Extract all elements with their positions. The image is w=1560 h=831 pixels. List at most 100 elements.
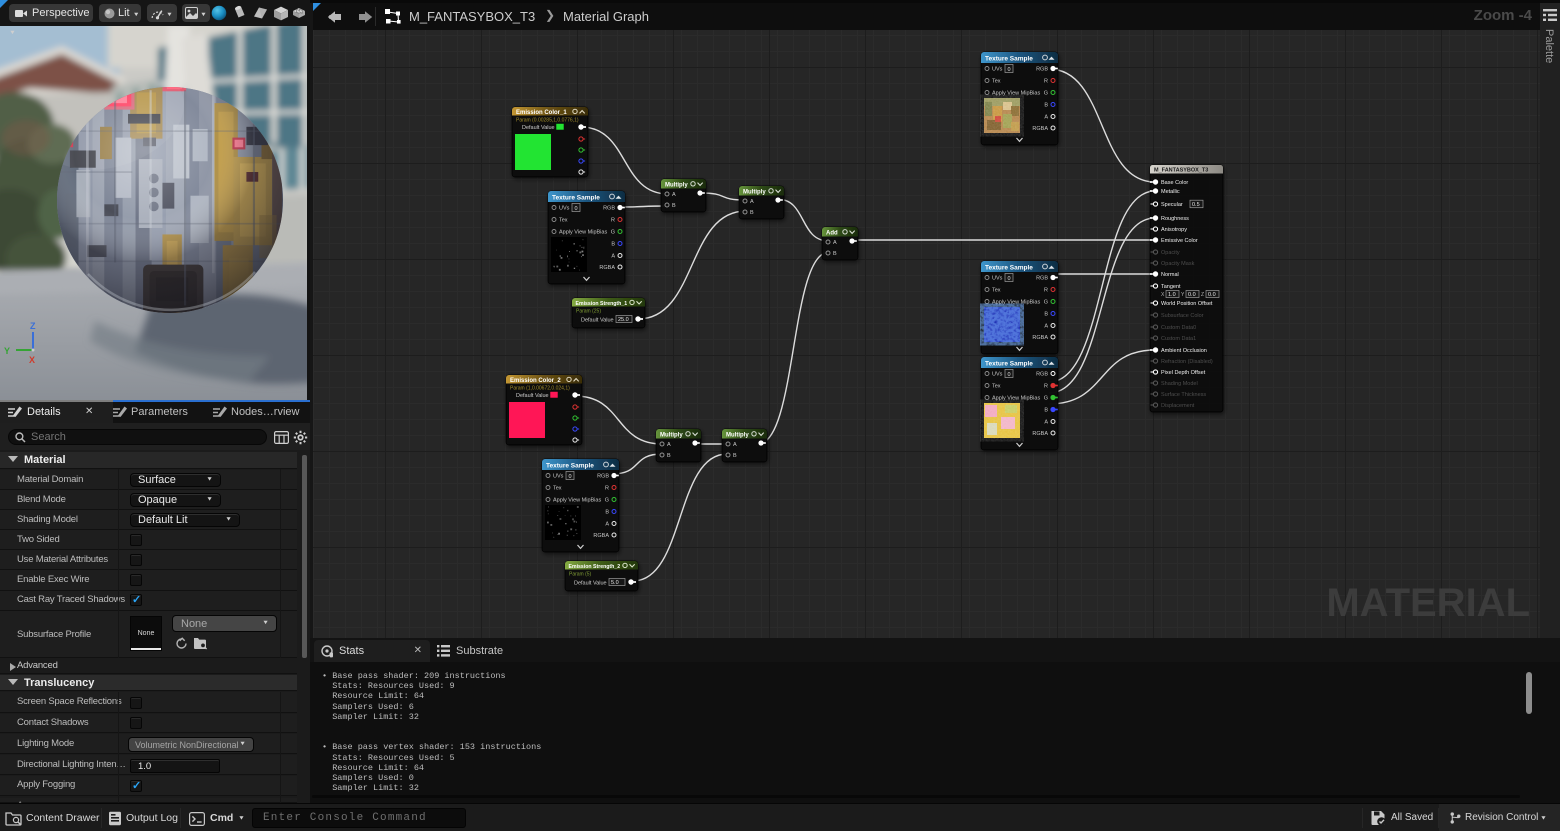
svg-text:Emission Color_2: Emission Color_2 bbox=[510, 378, 561, 384]
svg-text:UVs: UVs bbox=[559, 206, 570, 212]
svg-text:B: B bbox=[1044, 408, 1048, 414]
svg-text:Refraction (Disabled): Refraction (Disabled) bbox=[1161, 359, 1213, 365]
svg-text:0: 0 bbox=[569, 474, 572, 480]
svg-text:Tex: Tex bbox=[559, 218, 568, 224]
svg-text:0: 0 bbox=[1008, 372, 1011, 378]
svg-text:A: A bbox=[611, 254, 615, 260]
svg-text:Z: Z bbox=[1201, 292, 1204, 298]
svg-text:Default Value: Default Value bbox=[581, 318, 614, 324]
svg-text:B: B bbox=[1044, 312, 1048, 318]
svg-text:A: A bbox=[1044, 324, 1048, 330]
svg-text:G: G bbox=[611, 230, 615, 236]
svg-text:B: B bbox=[611, 242, 615, 248]
svg-text:A: A bbox=[667, 442, 671, 448]
svg-text:Ambient Occlusion: Ambient Occlusion bbox=[1161, 348, 1207, 354]
svg-text:RGB: RGB bbox=[1036, 372, 1048, 378]
svg-text:Texture Sample: Texture Sample bbox=[985, 264, 1033, 271]
svg-text:A: A bbox=[672, 192, 676, 198]
svg-text:Y: Y bbox=[4, 346, 10, 356]
svg-text:Subsurface Color: Subsurface Color bbox=[1161, 313, 1204, 319]
svg-text:Tex: Tex bbox=[992, 288, 1001, 294]
svg-text:Texture Sample: Texture Sample bbox=[985, 360, 1033, 367]
svg-text:Apply View MipBias: Apply View MipBias bbox=[559, 230, 607, 236]
svg-text:B: B bbox=[833, 251, 837, 257]
svg-text:Anisotropy: Anisotropy bbox=[1161, 227, 1187, 233]
svg-text:RGB: RGB bbox=[1036, 67, 1048, 73]
svg-text:A: A bbox=[605, 522, 609, 528]
svg-text:25.0: 25.0 bbox=[618, 317, 629, 323]
svg-text:R: R bbox=[1044, 384, 1048, 390]
svg-text:0.5: 0.5 bbox=[1192, 202, 1200, 208]
svg-text:Emission Color_1: Emission Color_1 bbox=[516, 110, 567, 116]
svg-text:Pixel Depth Offset: Pixel Depth Offset bbox=[1161, 370, 1206, 376]
svg-text:B: B bbox=[672, 203, 676, 209]
svg-text:G: G bbox=[605, 498, 609, 504]
svg-text:UVs: UVs bbox=[992, 372, 1003, 378]
svg-text:Base Color: Base Color bbox=[1161, 180, 1188, 186]
svg-text:Normal: Normal bbox=[1161, 272, 1179, 278]
svg-text:A: A bbox=[750, 199, 754, 205]
svg-text:UVs: UVs bbox=[992, 276, 1003, 282]
svg-text:Shading Model: Shading Model bbox=[1161, 381, 1198, 387]
svg-text:B: B bbox=[750, 210, 754, 216]
svg-text:Param (0.00285,1,0.0776,1): Param (0.00285,1,0.0776,1) bbox=[516, 118, 579, 124]
svg-text:A: A bbox=[833, 240, 837, 246]
svg-text:RGB: RGB bbox=[597, 474, 609, 480]
svg-text:B: B bbox=[667, 453, 671, 459]
svg-text:A: A bbox=[1044, 115, 1048, 121]
svg-text:Z: Z bbox=[30, 321, 36, 331]
svg-text:Tex: Tex bbox=[553, 486, 562, 492]
svg-text:Surface Thickness: Surface Thickness bbox=[1161, 392, 1206, 398]
svg-text:0.0: 0.0 bbox=[1188, 292, 1196, 298]
svg-text:Param (25): Param (25) bbox=[576, 309, 601, 315]
svg-text:R: R bbox=[605, 486, 609, 492]
svg-text:Custom Data1: Custom Data1 bbox=[1161, 336, 1196, 342]
svg-text:RGBA: RGBA bbox=[599, 265, 615, 271]
svg-text:Default Value: Default Value bbox=[516, 393, 549, 399]
svg-text:Tex: Tex bbox=[992, 79, 1001, 85]
svg-text:B: B bbox=[605, 510, 609, 516]
svg-text:Multiply: Multiply bbox=[743, 189, 766, 195]
svg-text:Texture Sample: Texture Sample bbox=[546, 462, 594, 469]
svg-text:X: X bbox=[29, 355, 35, 365]
svg-text:Apply View MipBias: Apply View MipBias bbox=[992, 396, 1040, 402]
svg-text:Multiply: Multiply bbox=[665, 182, 688, 188]
svg-text:R: R bbox=[1044, 79, 1048, 85]
svg-text:5.0: 5.0 bbox=[611, 580, 619, 586]
svg-text:Multiply: Multiply bbox=[660, 432, 683, 438]
svg-text:0: 0 bbox=[575, 206, 578, 212]
svg-text:UVs: UVs bbox=[553, 474, 564, 480]
svg-text:G: G bbox=[1044, 300, 1048, 306]
svg-text:Texture Sample: Texture Sample bbox=[552, 194, 600, 201]
svg-text:Tangent: Tangent bbox=[1161, 284, 1181, 290]
svg-text:World Position Offset: World Position Offset bbox=[1161, 301, 1213, 307]
svg-text:Custom Data0: Custom Data0 bbox=[1161, 325, 1196, 331]
svg-text:Multiply: Multiply bbox=[726, 432, 749, 438]
svg-text:0.0: 0.0 bbox=[1208, 292, 1216, 298]
svg-text:Tex: Tex bbox=[992, 384, 1001, 390]
svg-text:B: B bbox=[733, 453, 737, 459]
svg-text:RGB: RGB bbox=[1036, 276, 1048, 282]
svg-text:Displacement: Displacement bbox=[1161, 403, 1195, 409]
svg-text:Default Value: Default Value bbox=[574, 581, 607, 587]
svg-text:Add: Add bbox=[826, 230, 838, 236]
svg-text:RGBA: RGBA bbox=[1032, 431, 1048, 437]
svg-text:RGBA: RGBA bbox=[1032, 335, 1048, 341]
svg-text:Specular: Specular bbox=[1161, 202, 1183, 208]
svg-text:Texture Sample: Texture Sample bbox=[985, 55, 1033, 62]
svg-text:Param (1,0.00672,0.024,1): Param (1,0.00672,0.024,1) bbox=[510, 386, 570, 392]
svg-text:Apply View MipBias: Apply View MipBias bbox=[992, 300, 1040, 306]
svg-text:RGBA: RGBA bbox=[593, 533, 609, 539]
svg-text:Default Value: Default Value bbox=[522, 125, 555, 131]
svg-text:1.0: 1.0 bbox=[1168, 292, 1176, 298]
svg-text:M_FANTASYBOX_T3: M_FANTASYBOX_T3 bbox=[1154, 168, 1208, 174]
svg-text:Metallic: Metallic bbox=[1161, 189, 1180, 195]
svg-text:R: R bbox=[1044, 288, 1048, 294]
svg-text:A: A bbox=[733, 442, 737, 448]
svg-text:Apply View MipBias: Apply View MipBias bbox=[553, 498, 601, 504]
svg-text:Emission Strength_2: Emission Strength_2 bbox=[569, 564, 621, 570]
svg-text:RGBA: RGBA bbox=[1032, 126, 1048, 132]
svg-text:B: B bbox=[1044, 103, 1048, 109]
svg-text:Param (5): Param (5) bbox=[569, 572, 592, 578]
svg-text:0: 0 bbox=[1008, 67, 1011, 73]
